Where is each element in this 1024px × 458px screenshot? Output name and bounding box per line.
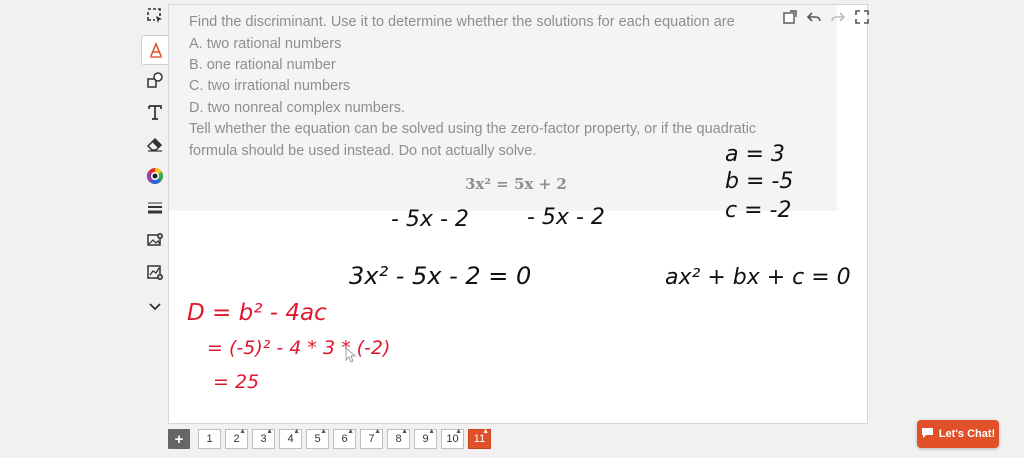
caret-up-icon: ▲	[428, 428, 435, 435]
page-button-10[interactable]: 10 ▲	[441, 428, 464, 449]
page-button-2[interactable]: 2 ▲	[225, 428, 248, 449]
page-button-4[interactable]: 4 ▲	[279, 428, 302, 449]
hw-standard-form: 3x² - 5x - 2 = 0	[349, 262, 531, 290]
hw-substitution: = (-5)² - 4 * 3 * (-2)	[207, 337, 390, 359]
caret-up-icon: ▲	[266, 428, 273, 435]
text-tool-icon[interactable]	[141, 98, 169, 126]
page-button-7[interactable]: 7 ▲	[360, 428, 383, 449]
select-region-icon[interactable]	[141, 2, 169, 30]
hw-result: = 25	[213, 371, 259, 393]
caret-up-icon: ▲	[482, 428, 489, 435]
page-button-5[interactable]: 5 ▲	[306, 428, 329, 449]
caret-up-icon: ▲	[347, 428, 354, 435]
hw-b-value: b = -5	[725, 169, 793, 194]
add-page-button[interactable]: +	[168, 429, 190, 449]
line-width-icon[interactable]	[141, 194, 169, 222]
hw-subtract-right: - 5x - 2	[527, 205, 605, 230]
color-picker-icon[interactable]	[141, 162, 169, 190]
page-button-1[interactable]: 1	[198, 429, 221, 449]
page-navigation: + 1 2 ▲ 3 ▲ 4 ▲ 5 ▲ 6 ▲ 7 ▲ 8 ▲ 9 ▲ 10 ▲ 11 ▲	[168, 428, 491, 449]
shapes-icon[interactable]	[141, 66, 169, 94]
hw-c-value: c = -2	[725, 198, 791, 223]
page-button-8[interactable]: 8 ▲	[387, 428, 410, 449]
caret-up-icon: ▲	[293, 428, 300, 435]
chat-label: Let's Chat!	[938, 428, 996, 440]
page-label: 1	[206, 433, 213, 445]
drawing-toolbar	[138, 0, 172, 330]
chat-bubble-icon	[921, 427, 934, 442]
hw-discriminant-formula: D = b² - 4ac	[187, 300, 327, 326]
chevron-down-icon[interactable]	[141, 292, 169, 320]
eraser-icon[interactable]	[141, 130, 169, 158]
caret-up-icon: ▲	[374, 428, 381, 435]
hw-general-form: ax² + bx + c = 0	[665, 265, 851, 290]
page-button-3[interactable]: 3 ▲	[252, 428, 275, 449]
caret-up-icon: ▲	[401, 428, 408, 435]
pen-icon[interactable]	[141, 35, 171, 65]
caret-up-icon: ▲	[320, 428, 327, 435]
page-button-11[interactable]: 11 ▲	[468, 428, 491, 449]
page-button-6[interactable]: 6 ▲	[333, 428, 356, 449]
page-button-9[interactable]: 9 ▲	[414, 428, 437, 449]
lets-chat-button[interactable]: Let's Chat!	[917, 420, 999, 448]
insert-graph-icon[interactable]	[141, 258, 169, 286]
hw-a-value: a = 3	[725, 142, 785, 167]
handwriting-layer: a = 3 b = -5 c = -2 - 5x - 2 - 5x - 2 3x…	[187, 142, 851, 393]
caret-up-icon: ▲	[239, 428, 246, 435]
insert-image-icon[interactable]	[141, 226, 169, 254]
hw-subtract-left: - 5x - 2	[391, 207, 469, 232]
caret-up-icon: ▲	[455, 428, 462, 435]
whiteboard-canvas[interactable]: Find the discriminant. Use it to determi…	[168, 4, 869, 424]
